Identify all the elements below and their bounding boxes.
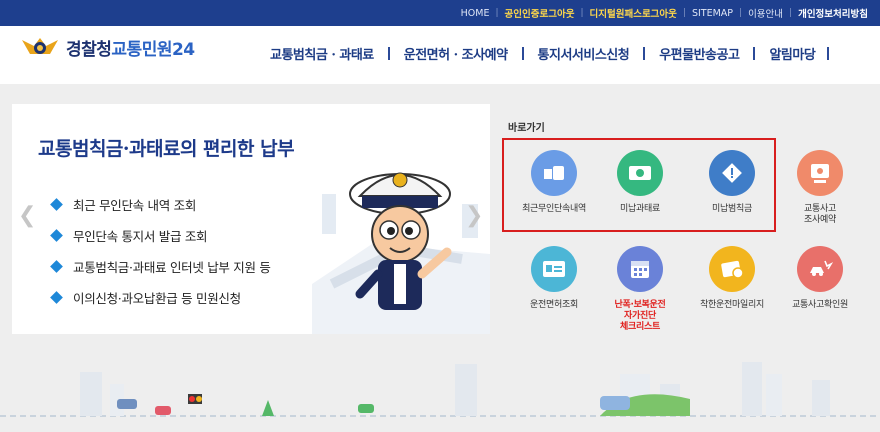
main-nav-item[interactable]: 운전면허 · 조사예약 xyxy=(374,44,508,63)
quick-links-title: 바로가기 xyxy=(508,123,545,134)
quick-link-label: 교통사고확인원 xyxy=(792,300,848,310)
utility-nav: HOME 공인인증로그아웃 디지털원패스로그아웃 SITEMAP 이용안내 개인정보처리방… xyxy=(461,0,868,26)
quick-link-label: 난폭·보복운전 자가진단 체크리스트 xyxy=(614,300,666,332)
diamond-bullet-icon xyxy=(50,198,63,211)
slide-feature-text: 이의신청·과오납환급 등 민원신청 xyxy=(73,291,241,306)
slide-feature-item: 이의신청·과오납환급 등 민원신청 xyxy=(50,282,271,313)
quick-link-label: 미납범칙금 xyxy=(712,204,752,214)
monitor-icon xyxy=(797,150,843,196)
diamond-bullet-icon xyxy=(50,229,63,242)
quick-link-label: 최근무인단속내역 xyxy=(522,204,586,214)
slide-feature-list: 최근 무인단속 내역 조회무인단속 통지서 발급 조회교통범칙금·과태료 인터넷… xyxy=(50,189,271,313)
calendar-icon xyxy=(617,246,663,292)
promo-slider: 교통범칙금·과태료의 편리한 납부 최근 무인단속 내역 조회무인단속 통지서 … xyxy=(12,104,490,334)
slide-feature-text: 무인단속 통지서 발급 조회 xyxy=(73,229,208,244)
utility-bar: HOME 공인인증로그아웃 디지털원패스로그아웃 SITEMAP 이용안내 개인정보처리방… xyxy=(0,0,880,26)
main-nav-item[interactable]: 우편물반송공고 xyxy=(629,44,740,63)
main-nav-item[interactable]: 교통범칙금 · 과태료 xyxy=(270,44,374,63)
main-nav-item[interactable]: 알림마당 xyxy=(739,44,829,63)
quick-link-license[interactable]: 운전면허조회 xyxy=(510,246,598,311)
quick-link-label: 운전면허조회 xyxy=(530,300,578,310)
quick-link-unpaid-penalty[interactable]: 미납범칙금 xyxy=(688,150,776,215)
site-title-part1: 경찰청 xyxy=(66,39,112,60)
utility-nav-item: 디지털원패스로그아웃 xyxy=(574,6,677,20)
camera-icon xyxy=(531,150,577,196)
car-crash-icon xyxy=(797,246,843,292)
utility-link[interactable]: 개인정보처리방침 xyxy=(798,6,868,20)
warning-sign-icon xyxy=(709,150,755,196)
police-mascot-illustration xyxy=(312,172,490,334)
next-slide-arrow-icon[interactable]: ❯ xyxy=(465,204,483,228)
quick-link-unpaid-fine[interactable]: 미납과태료 xyxy=(596,150,684,215)
slide-feature-text: 최근 무인단속 내역 조회 xyxy=(73,198,197,213)
main-nav: 교통범칙금 · 과태료 운전면허 · 조사예약 통지서서비스신청 우편물반송공고 알림마… xyxy=(270,44,829,63)
utility-link[interactable]: SITEMAP xyxy=(692,8,733,19)
utility-link[interactable]: 공인인증로그아웃 xyxy=(505,6,575,20)
quick-link-label: 착한운전마일리지 xyxy=(700,300,764,310)
slide-feature-item: 교통범칙금·과태료 인터넷 납부 지원 등 xyxy=(50,251,271,282)
slide-feature-item: 무인단속 통지서 발급 조회 xyxy=(50,220,271,251)
utility-link[interactable]: 디지털원패스로그아웃 xyxy=(590,6,677,20)
city-skyline-illustration xyxy=(0,362,880,417)
utility-link[interactable]: 이용안내 xyxy=(748,6,783,20)
site-logo[interactable]: 경찰청교통민원24 xyxy=(20,34,195,60)
prev-slide-arrow-icon[interactable]: ❮ xyxy=(18,204,36,228)
quick-link-recent[interactable]: 최근무인단속내역 xyxy=(510,150,598,215)
police-emblem-icon xyxy=(22,38,58,54)
utility-link[interactable]: HOME xyxy=(461,8,490,19)
utility-nav-item: SITEMAP xyxy=(677,8,733,19)
quick-link-label: 미납과태료 xyxy=(620,204,660,214)
site-title-part2: 교통민원24 xyxy=(111,39,195,60)
quick-link-checklist[interactable]: 난폭·보복운전 자가진단 체크리스트 xyxy=(596,246,684,333)
slide-feature-text: 교통범칙금·과태료 인터넷 납부 지원 등 xyxy=(73,260,271,275)
quick-link-label: 교통사고 조사예약 xyxy=(804,204,836,225)
money-icon xyxy=(617,150,663,196)
utility-nav-item: 이용안내 xyxy=(733,6,783,20)
quick-link-accident-reservation[interactable]: 교통사고 조사예약 xyxy=(776,150,864,226)
id-card-icon xyxy=(531,246,577,292)
quick-link-accident-check[interactable]: 교통사고확인원 xyxy=(776,246,864,311)
site-title: 경찰청교통민원24 xyxy=(66,35,195,60)
utility-nav-item: 개인정보처리방침 xyxy=(783,6,868,20)
utility-nav-item: 공인인증로그아웃 xyxy=(489,6,575,20)
main-nav-item[interactable]: 통지서서비스신청 xyxy=(508,44,630,63)
diamond-bullet-icon xyxy=(50,291,63,304)
main-visual: 교통범칙금·과태료의 편리한 납부 최근 무인단속 내역 조회무인단속 통지서 … xyxy=(0,84,880,432)
utility-nav-item: HOME xyxy=(461,8,490,19)
slide-headline: 교통범칙금·과태료의 편리한 납부 xyxy=(38,138,295,160)
quick-link-mileage[interactable]: 착한운전마일리지 xyxy=(688,246,776,311)
mileage-card-icon xyxy=(709,246,755,292)
slide-feature-item: 최근 무인단속 내역 조회 xyxy=(50,189,271,220)
header: 경찰청교통민원24 교통범칙금 · 과태료 운전면허 · 조사예약 통지서서비스신청… xyxy=(0,26,880,82)
diamond-bullet-icon xyxy=(50,260,63,273)
